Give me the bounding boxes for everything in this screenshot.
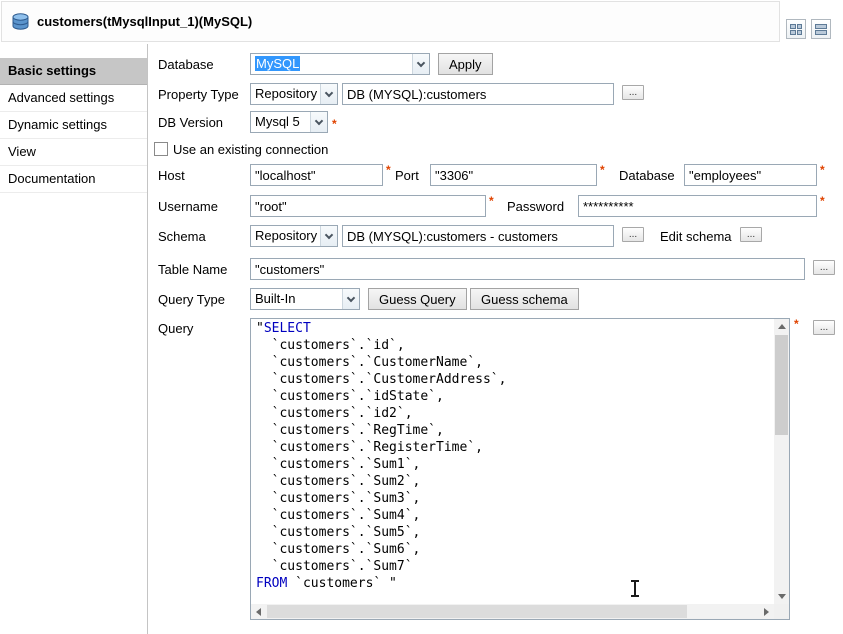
scrollbar-corner [774,604,789,619]
query-from-rest: `customers` " [287,576,397,591]
schema-type-combo[interactable]: Repository [250,225,338,247]
required-marker: * [489,195,494,207]
required-marker: * [820,195,825,207]
required-marker: * [600,164,605,176]
chevron-down-icon [320,226,337,246]
table-name-input[interactable] [250,258,805,280]
component-title: customers(tMysqlInput_1)(MySQL) [37,14,252,29]
property-type-label: Property Type [158,86,239,104]
scroll-left-button[interactable] [251,604,266,619]
rows-layout-icon [815,24,827,35]
required-marker: * [794,318,799,330]
password-label: Password [507,198,564,216]
sidebar-item-basic-settings[interactable]: Basic settings [0,58,147,85]
query-type-label: Query Type [158,291,225,309]
schema-browse-button[interactable]: ... [622,227,644,242]
port-input[interactable] [430,164,597,186]
query-text: "SELECT `customers`.`id`, `customers`.`C… [251,319,774,604]
port-label: Port [395,167,419,185]
database-label: Database [158,56,214,74]
database-icon [11,13,30,30]
username-input[interactable] [250,195,486,217]
database-combo-value: MySQL [255,56,300,71]
property-type-combo[interactable]: Repository [250,83,338,105]
query-type-combo[interactable]: Built-In [250,288,360,310]
table-name-browse-button[interactable]: ... [813,260,835,275]
db-version-combo-value: Mysql 5 [251,112,310,132]
guess-query-button[interactable]: Guess Query [368,288,467,310]
apply-button[interactable]: Apply [438,53,493,75]
query-label: Query [158,320,193,338]
vertical-scroll-thumb[interactable] [775,335,788,435]
chevron-down-icon [412,54,429,74]
db-version-label: DB Version [158,114,223,132]
chevron-down-icon [310,112,327,132]
query-type-combo-value: Built-In [251,289,342,309]
query-from-keyword: FROM [256,576,287,591]
ibeam-cursor [634,581,636,596]
edit-schema-label: Edit schema [660,228,732,246]
query-editor[interactable]: "SELECT `customers`.`id`, `customers`.`C… [250,318,790,620]
username-label: Username [158,198,218,216]
property-browse-button[interactable]: ... [622,85,644,100]
database-name-input[interactable] [684,164,817,186]
guess-schema-button[interactable]: Guess schema [470,288,579,310]
schema-type-combo-value: Repository [251,226,320,246]
required-marker: * [332,118,337,130]
database-combo[interactable]: MySQL [250,53,430,75]
schema-label: Schema [158,228,206,246]
sidebar-item-documentation[interactable]: Documentation [0,166,147,193]
sidebar-item-dynamic-settings[interactable]: Dynamic settings [0,112,147,139]
table-name-label: Table Name [158,261,227,279]
query-browse-button[interactable]: ... [813,320,835,335]
scroll-up-button[interactable] [774,319,789,334]
toggle-grid-layout-button[interactable] [786,19,806,39]
required-marker: * [386,164,391,176]
use-existing-connection-checkbox[interactable] [154,142,168,156]
property-repository-input[interactable] [342,83,614,105]
host-input[interactable] [250,164,383,186]
chevron-down-icon [342,289,359,309]
password-input[interactable] [578,195,817,217]
grid-layout-icon [790,24,802,35]
query-select-keyword: SELECT [264,321,319,336]
toggle-row-layout-button[interactable] [811,19,831,39]
sidebar-item-advanced-settings[interactable]: Advanced settings [0,85,147,112]
edit-schema-button[interactable]: ... [740,227,762,242]
required-marker: * [820,164,825,176]
property-type-combo-value: Repository [251,84,320,104]
sidebar-item-view[interactable]: View [0,139,147,166]
query-columns: `customers`.`id`, `customers`.`CustomerN… [256,338,514,574]
scroll-down-button[interactable] [774,589,789,604]
query-vertical-scrollbar[interactable] [774,319,789,604]
component-header: customers(tMysqlInput_1)(MySQL) [0,0,843,44]
use-existing-connection-label: Use an existing connection [173,141,328,159]
basic-settings-form: Database MySQL Apply Property Type Repos… [148,44,843,634]
query-open-quote: " [256,321,264,336]
query-horizontal-scrollbar[interactable] [251,604,774,619]
scroll-right-button[interactable] [759,604,774,619]
horizontal-scroll-thumb[interactable] [267,605,687,618]
schema-repository-input[interactable] [342,225,614,247]
component-title-panel: customers(tMysqlInput_1)(MySQL) [1,1,780,42]
host-label: Host [158,167,185,185]
database-name-label: Database [619,167,675,185]
settings-sidebar: Basic settings Advanced settings Dynamic… [0,44,148,634]
chevron-down-icon [320,84,337,104]
db-version-combo[interactable]: Mysql 5 [250,111,328,133]
